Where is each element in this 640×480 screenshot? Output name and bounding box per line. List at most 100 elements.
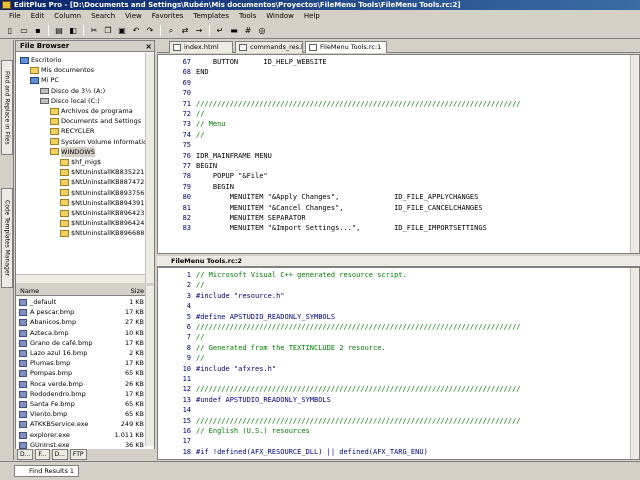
file-list-row[interactable]: Abanicos.bmp 27 KB xyxy=(16,317,146,327)
code-line: 68 END xyxy=(158,67,628,77)
document-tab[interactable]: index.html xyxy=(169,41,233,53)
tree-item[interactable]: Mis documentos xyxy=(30,65,94,75)
new-file-icon[interactable]: ▯ xyxy=(4,25,16,37)
code-line: 69 xyxy=(158,78,628,88)
find-icon[interactable]: ⌕ xyxy=(165,25,177,37)
file-name: ATKKBService.exe xyxy=(30,420,89,429)
menu-file[interactable]: File xyxy=(4,10,26,23)
print-icon[interactable]: ▤ xyxy=(53,25,65,37)
tree-item[interactable]: Documents and Settings xyxy=(50,116,141,126)
file-list-scrollbar[interactable] xyxy=(145,286,154,446)
file-list-row[interactable]: ATKKBService.exe 249 KB xyxy=(16,419,146,429)
tree-scrollbar[interactable] xyxy=(145,53,154,283)
file-browser-tab[interactable]: FTP xyxy=(69,449,87,460)
cut-icon[interactable]: ✂ xyxy=(88,25,100,37)
preview-icon[interactable]: ◧ xyxy=(67,25,79,37)
menu-favorites[interactable]: Favorites xyxy=(147,10,189,23)
file-icon xyxy=(19,390,27,398)
tree-item-label: $NtUninstallKB894391$ xyxy=(71,198,146,207)
side-tab-find-replace[interactable]: Find and Replace in Files xyxy=(1,60,13,155)
column-header-size[interactable]: Size xyxy=(131,286,144,296)
folder-icon xyxy=(50,127,59,135)
file-list-row[interactable]: Plumas.bmp 17 KB xyxy=(16,358,146,368)
tree-item[interactable]: $NtUninstallKB894391$ xyxy=(60,198,146,208)
file-size: 26 KB xyxy=(124,379,144,388)
line-number: 77 xyxy=(182,162,191,170)
undo-icon[interactable]: ↶ xyxy=(130,25,142,37)
menu-help[interactable]: Help xyxy=(299,10,325,23)
file-browser-tab[interactable]: F... xyxy=(35,449,50,460)
file-list-header: Name Size xyxy=(16,286,146,296)
tree-item[interactable]: $NtUninstallKB893756$ xyxy=(60,188,146,198)
goto-icon[interactable]: → xyxy=(193,25,205,37)
replace-icon[interactable]: ⇄ xyxy=(179,25,191,37)
redo-icon[interactable]: ↷ xyxy=(144,25,156,37)
document-tab[interactable]: FileMenu Tools.rc:1 xyxy=(305,41,387,53)
close-icon[interactable]: × xyxy=(145,41,152,52)
top-pane-scrollbar[interactable] xyxy=(630,55,639,253)
code-text: // Menu xyxy=(196,120,226,129)
open-folder-icon[interactable]: ▭ xyxy=(18,25,30,37)
tree-item[interactable]: Escritorio xyxy=(20,55,62,65)
tree-item[interactable]: System Volume Informatior xyxy=(50,137,146,147)
bottom-pane-scrollbar[interactable] xyxy=(630,268,639,459)
tree-item[interactable]: Mi PC xyxy=(30,75,59,85)
file-list-row[interactable]: Viento.bmp 65 KB xyxy=(16,409,146,419)
editor-pane-bottom[interactable]: 1 // Microsoft Visual C++ generated resou… xyxy=(157,267,640,460)
tree-item[interactable]: $NtUninstallKB896688$ xyxy=(60,228,146,238)
ruler-icon[interactable]: ▬ xyxy=(228,25,240,37)
tree-item[interactable]: $NtUninstallKB887472$ xyxy=(60,177,146,187)
tree-item[interactable]: $hf_mig$ xyxy=(60,157,101,167)
save-icon[interactable]: ▪ xyxy=(32,25,44,37)
tree-item[interactable]: Disco de 3½ (A:) xyxy=(40,86,105,96)
menu-tools[interactable]: Tools xyxy=(234,10,261,23)
file-icon xyxy=(19,411,27,419)
find-results-label: Find Results 1 xyxy=(29,467,75,475)
file-size: 17 KB xyxy=(124,359,144,368)
file-browser-tab[interactable]: D... xyxy=(51,449,68,460)
code-line: 80 MENUITEM "&Apply Changes", ID_FILE_AP… xyxy=(158,192,628,202)
file-browser-tab[interactable]: D... xyxy=(17,449,34,460)
file-list-row[interactable]: Roca verde.bmp 26 KB xyxy=(16,379,146,389)
copy-icon[interactable]: ❐ xyxy=(102,25,114,37)
tree-item[interactable]: WINDOWS xyxy=(50,146,95,157)
tree-item[interactable]: $NtUninstallKB896423$ xyxy=(60,208,146,218)
file-list-row[interactable]: explorer.exe 1.011 KB xyxy=(16,430,146,440)
tree-item[interactable]: Archivos de programa xyxy=(50,106,133,116)
code-text: // xyxy=(196,354,205,363)
file-list-row[interactable]: Lazo azul 16.bmp 2 KB xyxy=(16,348,146,358)
menu-edit[interactable]: Edit xyxy=(26,10,50,23)
tree-item[interactable]: Disco local (C:) xyxy=(40,96,100,106)
document-tab[interactable]: commands_res.h xyxy=(235,41,303,53)
tree-item[interactable]: $NtUninstallKB896424$ xyxy=(60,218,146,228)
editplus-window: EditPlus Pro - [D:\Documents and Setting… xyxy=(0,0,640,480)
wordwrap-icon[interactable]: ↵ xyxy=(214,25,226,37)
menu-templates[interactable]: Templates xyxy=(188,10,234,23)
tree-item[interactable]: $NtUninstallKB835221( xyxy=(60,167,146,177)
code-line: 78 POPUP "&File" xyxy=(158,171,628,181)
column-header-name[interactable]: Name xyxy=(20,286,39,296)
menu-window[interactable]: Window xyxy=(261,10,299,23)
paste-icon[interactable]: ▣ xyxy=(116,25,128,37)
browser-icon[interactable]: ◎ xyxy=(256,25,268,37)
menu-column[interactable]: Column xyxy=(49,10,86,23)
file-list-row[interactable]: A pescar.bmp 17 KB xyxy=(16,307,146,317)
tree-item[interactable]: RECYCLER xyxy=(50,126,94,136)
file-list-row[interactable]: Santa Fe.bmp 65 KB xyxy=(16,399,146,409)
file-list-row[interactable]: Pompas.bmp 65 KB xyxy=(16,368,146,378)
file-icon xyxy=(19,401,27,408)
linenumbers-icon[interactable]: # xyxy=(242,25,254,37)
code-line: 8 // Generated from the TEXTINCLUDE 2 res… xyxy=(158,343,628,353)
menu-search[interactable]: Search xyxy=(86,10,120,23)
file-list-row[interactable]: _default 1 KB xyxy=(16,297,146,307)
find-results-tab[interactable]: Find Results 1 xyxy=(14,465,80,477)
file-list-row[interactable]: Azteca.bmp 10 KB xyxy=(16,328,146,338)
tree-hscrollbar[interactable] xyxy=(16,274,145,283)
file-list-row[interactable]: Rododendro.bmp 17 KB xyxy=(16,389,146,399)
line-number: 16 xyxy=(182,427,191,435)
side-tab-code-templates[interactable]: Code Templates Manager xyxy=(1,188,13,288)
editor-pane-top[interactable]: 67 BUTTON ID_HELP_WEBSITE 68 END 69 70 71////… xyxy=(157,54,640,254)
menu-view[interactable]: View xyxy=(120,10,147,23)
line-number: 2 xyxy=(186,281,191,290)
file-list-row[interactable]: Grano de café.bmp 17 KB xyxy=(16,338,146,348)
